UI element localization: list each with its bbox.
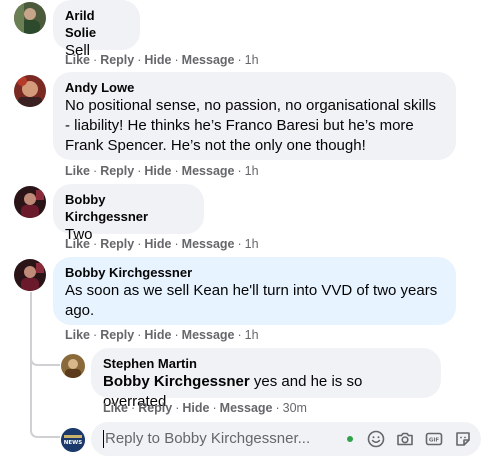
avatar[interactable] <box>14 186 46 218</box>
comment-author[interactable]: Arild Solie <box>65 7 128 41</box>
comment-actions: Like · Reply · Hide · Message · 1h <box>65 53 259 67</box>
hide-button[interactable]: Hide <box>144 328 171 342</box>
reply-button[interactable]: Reply <box>100 53 134 67</box>
sticker-icon[interactable] <box>453 429 473 449</box>
comment-author[interactable]: Bobby Kirchgessner <box>65 264 444 281</box>
svg-text:GIF: GIF <box>429 438 440 444</box>
timestamp[interactable]: 1h <box>245 164 259 178</box>
camera-icon[interactable] <box>395 429 415 449</box>
timestamp[interactable]: 30m <box>283 401 307 415</box>
gif-icon[interactable]: GIF <box>424 429 444 449</box>
thread-branch <box>30 420 60 438</box>
reply-button[interactable]: Reply <box>138 401 172 415</box>
comment-bubble: Arild Solie Sell <box>53 0 140 59</box>
avatar[interactable] <box>14 259 46 291</box>
composer-icons: GIF <box>347 429 473 449</box>
reply-button[interactable]: Reply <box>100 237 134 251</box>
comment-actions: Like · Reply · Hide · Message · 1h <box>65 164 259 178</box>
page-avatar: NEWS <box>61 428 85 452</box>
like-button[interactable]: Like <box>65 164 90 178</box>
message-button[interactable]: Message <box>182 53 235 67</box>
hide-button[interactable]: Hide <box>182 401 209 415</box>
mention-link[interactable]: Bobby Kirchgessner <box>103 373 250 390</box>
like-button[interactable]: Like <box>103 401 128 415</box>
message-button[interactable]: Message <box>220 401 273 415</box>
comment-actions: Like · Reply · Hide · Message · 1h <box>65 237 259 251</box>
avatar[interactable] <box>14 75 46 107</box>
comment-actions: Like · Reply · Hide · Message · 1h <box>65 328 259 342</box>
reply-bubble: Stephen Martin Bobby Kirchgessner yes an… <box>91 348 441 410</box>
message-button[interactable]: Message <box>182 164 235 178</box>
message-button[interactable]: Message <box>182 328 235 342</box>
emoji-icon[interactable] <box>366 429 386 449</box>
comment-text: No positional sense, no passion, no orga… <box>65 97 437 154</box>
reply-composer[interactable]: Reply to Bobby Kirchgessner... GIF <box>91 422 481 456</box>
like-button[interactable]: Like <box>65 53 90 67</box>
reply-author[interactable]: Stephen Martin <box>103 355 429 372</box>
reply-input[interactable]: Reply to Bobby Kirchgessner... <box>103 430 310 448</box>
hide-button[interactable]: Hide <box>144 164 171 178</box>
hide-button[interactable]: Hide <box>144 237 171 251</box>
comment-bubble: Andy Lowe No positional sense, no passio… <box>53 72 456 160</box>
online-status-dot <box>347 436 353 442</box>
news-logo-text: NEWS <box>64 440 82 446</box>
timestamp[interactable]: 1h <box>245 53 259 67</box>
reply-button[interactable]: Reply <box>100 328 134 342</box>
comment-author[interactable]: Andy Lowe <box>65 79 444 96</box>
thread-branch <box>30 348 60 366</box>
hide-button[interactable]: Hide <box>144 53 171 67</box>
like-button[interactable]: Like <box>65 328 90 342</box>
timestamp[interactable]: 1h <box>245 237 259 251</box>
message-button[interactable]: Message <box>182 237 235 251</box>
timestamp[interactable]: 1h <box>245 328 259 342</box>
reply-button[interactable]: Reply <box>100 164 134 178</box>
avatar[interactable] <box>14 2 46 34</box>
comment-bubble: Bobby Kirchgessner As soon as we sell Ke… <box>53 257 456 325</box>
comment-text: As soon as we sell Kean he'll turn into … <box>65 282 438 319</box>
like-button[interactable]: Like <box>65 237 90 251</box>
reply-actions: Like · Reply · Hide · Message · 30m <box>103 401 307 415</box>
avatar[interactable] <box>61 354 85 378</box>
comment-bubble: Bobby Kirchgessner Two <box>53 184 204 243</box>
comment-author[interactable]: Bobby Kirchgessner <box>65 191 192 225</box>
